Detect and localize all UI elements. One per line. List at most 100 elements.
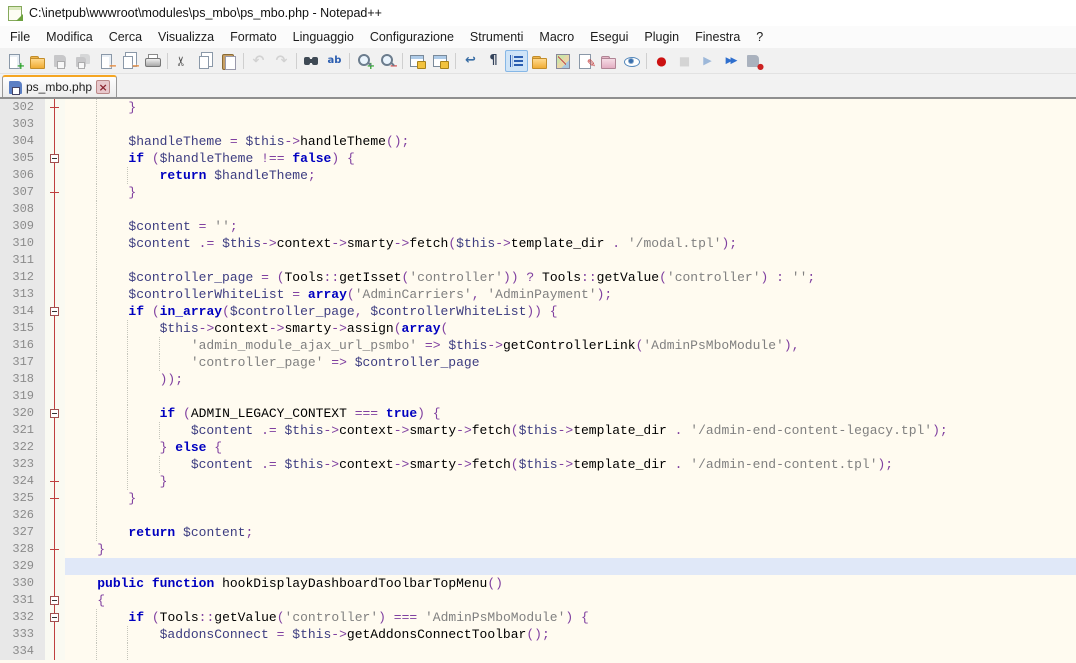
code-line[interactable]: 329 [0, 558, 1076, 575]
menu-configurazione[interactable]: Configurazione [362, 27, 462, 47]
code-line[interactable]: 331 { [0, 592, 1076, 609]
code-text[interactable]: } [65, 541, 1076, 558]
code-line[interactable]: 308 [0, 201, 1076, 218]
code-text[interactable]: if (Tools::getValue('controller') === 'A… [65, 609, 1076, 626]
macro-play-button[interactable]: ▶ [696, 50, 719, 72]
find-button[interactable] [300, 50, 323, 72]
close-all-button[interactable]: − [118, 50, 141, 72]
code-text[interactable]: )); [65, 371, 1076, 388]
menu-macro[interactable]: Macro [531, 27, 582, 47]
code-line[interactable]: 311 [0, 252, 1076, 269]
code-line[interactable]: 310 $content .= $this->context->smarty->… [0, 235, 1076, 252]
code-text[interactable]: if (in_array($controller_page, $controll… [65, 303, 1076, 320]
code-line[interactable]: 334 [0, 643, 1076, 660]
code-line[interactable]: 325 } [0, 490, 1076, 507]
code-text[interactable]: 'controller_page' => $controller_page [65, 354, 1076, 371]
save-all-button[interactable] [72, 50, 95, 72]
paste-button[interactable] [217, 50, 240, 72]
new-file-button[interactable]: + [3, 50, 26, 72]
print-button[interactable] [141, 50, 164, 72]
menu-modifica[interactable]: Modifica [38, 27, 101, 47]
code-line[interactable]: 304 $handleTheme = $this->handleTheme(); [0, 133, 1076, 150]
code-text[interactable]: return $handleTheme; [65, 167, 1076, 184]
code-line[interactable]: 319 [0, 388, 1076, 405]
zoom-in-button[interactable]: + [353, 50, 376, 72]
code-line[interactable]: 322 } else { [0, 439, 1076, 456]
code-text[interactable]: $content .= $this->context->smarty->fetc… [65, 235, 1076, 252]
code-text[interactable]: $content .= $this->context->smarty->fetc… [65, 456, 1076, 473]
code-editor[interactable]: 302 }303304 $handleTheme = $this->handle… [0, 99, 1076, 663]
code-text[interactable]: $handleTheme = $this->handleTheme(); [65, 133, 1076, 150]
code-line[interactable]: 333 $addonsConnect = $this->getAddonsCon… [0, 626, 1076, 643]
tab-ps-mbo-php[interactable]: ps_mbo.php × [2, 75, 117, 97]
code-text[interactable] [65, 507, 1076, 524]
document-map-button[interactable] [551, 50, 574, 72]
code-line[interactable]: 327 return $content; [0, 524, 1076, 541]
macro-stop-button[interactable]: ■ [673, 50, 696, 72]
code-text[interactable]: { [65, 592, 1076, 609]
code-line[interactable]: 330 public function hookDisplayDashboard… [0, 575, 1076, 592]
copy-button[interactable] [194, 50, 217, 72]
menu-esegui[interactable]: Esegui [582, 27, 636, 47]
code-line[interactable]: 328 } [0, 541, 1076, 558]
code-line[interactable]: 321 $content .= $this->context->smarty->… [0, 422, 1076, 439]
macro-save-button[interactable] [742, 50, 765, 72]
macro-run-multiple-button[interactable]: ▶▶ [719, 50, 742, 72]
menu-visualizza[interactable]: Visualizza [150, 27, 222, 47]
menu-plugin[interactable]: Plugin [636, 27, 687, 47]
code-text[interactable]: $controller_page = (Tools::getIsset('con… [65, 269, 1076, 286]
save-button[interactable] [49, 50, 72, 72]
code-text[interactable] [65, 252, 1076, 269]
code-line[interactable]: 324 } [0, 473, 1076, 490]
code-line[interactable]: 314 if (in_array($controller_page, $cont… [0, 303, 1076, 320]
user-defined-dialog-button[interactable] [528, 50, 551, 72]
show-all-characters-button[interactable]: ¶ [482, 50, 505, 72]
cut-button[interactable]: ✂ [171, 50, 194, 72]
code-text[interactable] [65, 558, 1076, 575]
function-list-button[interactable] [574, 50, 597, 72]
replace-button[interactable]: ab [323, 50, 346, 72]
sync-vertical-scroll-button[interactable] [406, 50, 429, 72]
code-line[interactable]: 320 if (ADMIN_LEGACY_CONTEXT === true) { [0, 405, 1076, 422]
code-line[interactable]: 316 'admin_module_ajax_url_psmbo' => $th… [0, 337, 1076, 354]
show-indent-guide-button[interactable] [505, 50, 528, 72]
code-text[interactable] [65, 643, 1076, 660]
code-line[interactable]: 313 $controllerWhiteList = array('AdminC… [0, 286, 1076, 303]
code-text[interactable]: if ($handleTheme !== false) { [65, 150, 1076, 167]
code-text[interactable]: } else { [65, 439, 1076, 456]
code-text[interactable] [65, 116, 1076, 133]
folder-as-workspace-button[interactable] [597, 50, 620, 72]
code-line[interactable]: 326 [0, 507, 1076, 524]
monitoring-button[interactable] [620, 50, 643, 72]
code-line[interactable]: 312 $controller_page = (Tools::getIsset(… [0, 269, 1076, 286]
word-wrap-button[interactable]: ↩ [459, 50, 482, 72]
code-line[interactable]: 307 } [0, 184, 1076, 201]
code-text[interactable]: $controllerWhiteList = array('AdminCarri… [65, 286, 1076, 303]
code-text[interactable]: $content = ''; [65, 218, 1076, 235]
code-line[interactable]: 309 $content = ''; [0, 218, 1076, 235]
code-text[interactable]: public function hookDisplayDashboardTool… [65, 575, 1076, 592]
code-text[interactable]: $this->context->smarty->assign(array( [65, 320, 1076, 337]
code-text[interactable] [65, 388, 1076, 405]
code-line[interactable]: 302 } [0, 99, 1076, 116]
code-text[interactable]: } [65, 473, 1076, 490]
open-file-button[interactable] [26, 50, 49, 72]
menu-cerca[interactable]: Cerca [101, 27, 150, 47]
menu-help[interactable]: ? [748, 27, 771, 47]
menu-linguaggio[interactable]: Linguaggio [285, 27, 362, 47]
code-text[interactable]: if (ADMIN_LEGACY_CONTEXT === true) { [65, 405, 1076, 422]
code-text[interactable]: return $content; [65, 524, 1076, 541]
fold-collapse-icon[interactable] [50, 409, 59, 418]
code-text[interactable]: $addonsConnect = $this->getAddonsConnect… [65, 626, 1076, 643]
title-bar[interactable]: C:\inetpub\wwwroot\modules\ps_mbo\ps_mbo… [0, 0, 1076, 26]
redo-button[interactable]: ↷ [270, 50, 293, 72]
code-text[interactable]: } [65, 99, 1076, 116]
fold-collapse-icon[interactable] [50, 307, 59, 316]
close-button[interactable]: − [95, 50, 118, 72]
code-line[interactable]: 332 if (Tools::getValue('controller') ==… [0, 609, 1076, 626]
zoom-out-button[interactable]: − [376, 50, 399, 72]
code-text[interactable] [65, 201, 1076, 218]
code-text[interactable]: $content .= $this->context->smarty->fetc… [65, 422, 1076, 439]
code-line[interactable]: 315 $this->context->smarty->assign(array… [0, 320, 1076, 337]
macro-record-button[interactable]: ● [650, 50, 673, 72]
